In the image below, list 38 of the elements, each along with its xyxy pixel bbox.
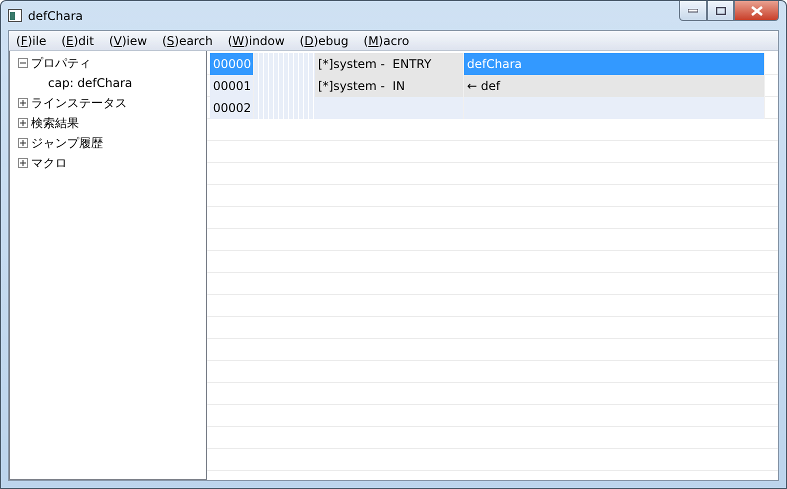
maximize-icon (716, 6, 726, 14)
menu-item[interactable]: (S)earch (162, 34, 213, 48)
expand-icon[interactable] (18, 118, 28, 128)
expand-icon[interactable] (18, 98, 28, 108)
window-title: defChara (28, 8, 84, 22)
tree-item[interactable]: ラインステータス (31, 94, 127, 112)
row-number: 00000 (210, 53, 254, 75)
collapse-icon[interactable] (18, 58, 28, 68)
grid-row[interactable]: 00002 (210, 97, 766, 119)
table-cell: ← def (464, 75, 765, 97)
tree-item[interactable]: ジャンプ履歴 (31, 134, 103, 152)
menu-item[interactable]: (D)ebug (300, 34, 348, 48)
minimize-icon (688, 8, 698, 12)
menu-item[interactable]: (E)dit (61, 34, 94, 48)
table-cell (254, 97, 315, 119)
row-number: 00001 (210, 75, 254, 97)
table-cell: [*]system - IN (315, 75, 464, 97)
menu-item[interactable]: (M)acro (364, 34, 410, 48)
app-icon (8, 9, 22, 22)
tree-item[interactable]: 検索結果 (31, 114, 79, 132)
menu-item[interactable]: (F)ile (16, 34, 46, 48)
close-icon (750, 6, 762, 16)
tree-item[interactable]: cap: defChara (48, 76, 132, 90)
expand-icon[interactable] (18, 158, 28, 168)
row-number: 00002 (210, 97, 254, 119)
grid-row[interactable]: 00000 [*]system - ENTRY defChara (210, 53, 766, 75)
maximize-button[interactable] (707, 1, 734, 21)
tree-item[interactable]: プロパティ (31, 54, 91, 72)
expand-icon[interactable] (18, 138, 28, 148)
minimize-button[interactable] (679, 1, 707, 21)
table-cell (254, 53, 315, 75)
table-cell: defChara (464, 53, 765, 75)
menu-item[interactable]: (W)indow (228, 34, 285, 48)
grid-row[interactable]: 00001 [*]system - IN ← def (210, 75, 766, 97)
close-button[interactable] (734, 1, 779, 21)
table-cell: [*]system - ENTRY (315, 53, 464, 75)
tree-item[interactable]: マクロ (31, 154, 67, 172)
menu-item[interactable]: (V)iew (108, 34, 148, 48)
